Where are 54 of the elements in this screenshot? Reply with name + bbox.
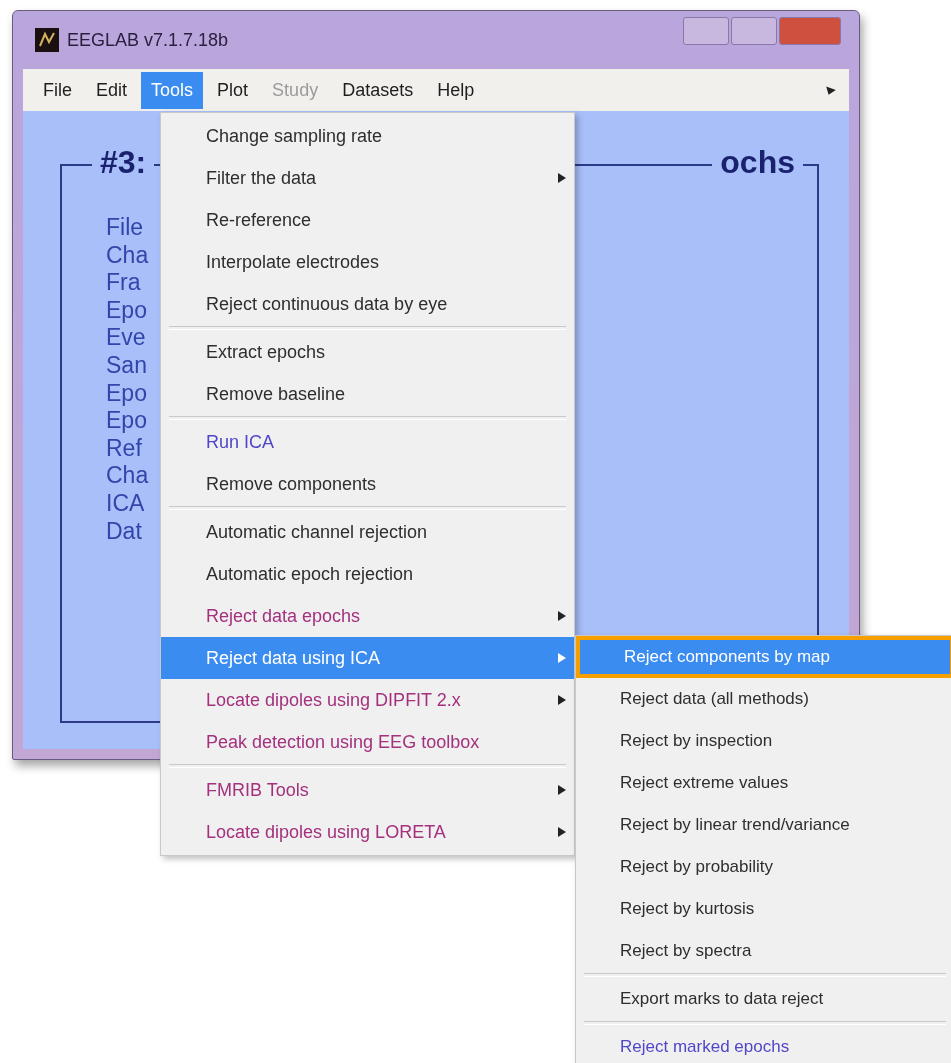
field-label: Cha (106, 241, 149, 270)
menu-item[interactable]: Run ICA (161, 421, 574, 463)
menu-item[interactable]: Change sampling rate (161, 115, 574, 157)
submenu-arrow-icon (558, 695, 566, 705)
menu-item[interactable]: Interpolate electrodes (161, 241, 574, 283)
field-label: Dat (106, 517, 142, 546)
menu-item[interactable]: Plot (207, 71, 259, 109)
submenu-arrow-icon (558, 173, 566, 183)
menu-item[interactable]: Edit (86, 71, 138, 109)
menu-item[interactable]: Reject data (all methods) (576, 678, 951, 720)
field-label: File (106, 214, 144, 242)
field-label: Epo (106, 379, 147, 408)
menu-item[interactable]: Automatic epoch rejection (161, 553, 574, 595)
menu-item[interactable]: Reject by linear trend/variance (576, 804, 951, 846)
submenu-arrow-icon (558, 785, 566, 795)
menu-item[interactable]: Extract epochs (161, 331, 574, 373)
submenu-arrow-icon (558, 827, 566, 837)
menu-item[interactable]: Peak detection using EEG toolbox (161, 721, 574, 763)
menu-item[interactable]: Datasets (332, 71, 424, 109)
menu-item[interactable]: Reject by kurtosis (576, 888, 951, 930)
menu-item[interactable]: Reject by spectra (576, 930, 951, 972)
submenu-arrow-icon (558, 653, 566, 663)
menu-item[interactable]: Reject by inspection (576, 720, 951, 762)
menu-item[interactable]: Export marks to data reject (576, 978, 951, 1020)
submenu-arrow-icon (558, 611, 566, 621)
field-label: Ref (106, 434, 142, 463)
menu-item[interactable]: Reject continuous data by eye (161, 283, 574, 325)
menu-item[interactable]: Reject by probability (576, 846, 951, 888)
menu-item[interactable]: Remove components (161, 463, 574, 505)
field-label: Fra (106, 269, 141, 297)
menu-item[interactable]: Re-reference (161, 199, 574, 241)
field-label: San (106, 351, 147, 380)
menu-item[interactable]: Remove baseline (161, 373, 574, 415)
menu-item[interactable]: Reject data epochs (161, 595, 574, 637)
maximize-button[interactable] (731, 17, 777, 45)
menu-item[interactable]: Automatic channel rejection (161, 511, 574, 553)
menu-item[interactable]: File (33, 71, 82, 109)
close-button[interactable] (779, 17, 841, 45)
window-title: EEGLAB v7.1.7.18b (67, 29, 229, 51)
menu-item[interactable]: Locate dipoles using DIPFIT 2.x (161, 679, 574, 721)
dock-arrow-icon[interactable] (825, 84, 837, 96)
menu-item[interactable]: Filter the data (161, 157, 574, 199)
menu-item[interactable]: Reject marked epochs (576, 1026, 951, 1063)
menu-item[interactable]: Reject extreme values (576, 762, 951, 804)
field-label: Eve (106, 324, 146, 352)
field-label: Cha (106, 462, 149, 490)
minimize-button[interactable] (683, 17, 729, 45)
menu-item[interactable]: Locate dipoles using LORETA (161, 811, 574, 853)
field-label: Epo (106, 296, 147, 325)
field-label: Epo (106, 407, 147, 435)
app-icon (35, 28, 59, 52)
menu-item[interactable]: FMRIB Tools (161, 769, 574, 811)
field-label: ICA (106, 489, 145, 518)
menu-item[interactable]: Help (427, 71, 485, 109)
